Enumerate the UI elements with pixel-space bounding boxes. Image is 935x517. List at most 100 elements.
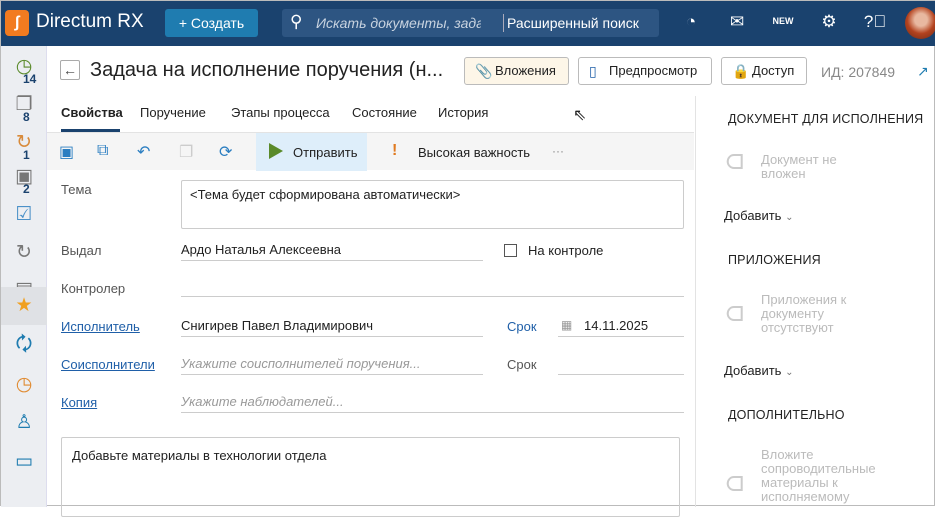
right-panel: ДОКУМЕНТ ДЛЯ ИСПОЛНЕНИЯ ⫏ Документ не вл… bbox=[695, 96, 935, 507]
chevron-down-icon: ⌄ bbox=[785, 212, 793, 223]
sidebar-item-user[interactable]: ♙ bbox=[1, 404, 47, 442]
more-button[interactable]: ··· bbox=[552, 144, 564, 158]
assignee-link[interactable]: Исполнитель bbox=[61, 319, 140, 334]
deadline-label: Срок bbox=[507, 319, 537, 334]
text-field[interactable]: Добавьте материалы в технологии отдела bbox=[61, 437, 680, 517]
sidebar-item-history[interactable]: ◷ bbox=[1, 366, 47, 404]
cycle-icon: ↻ bbox=[16, 242, 32, 263]
record-id: ИД: 207849 bbox=[821, 64, 895, 80]
avatar[interactable] bbox=[905, 7, 935, 39]
sidebar-item-cycle[interactable]: ↻ bbox=[1, 234, 47, 272]
new-icon[interactable]: NEW bbox=[771, 16, 795, 26]
controller-field[interactable] bbox=[181, 275, 684, 297]
tab-properties[interactable]: Свойства bbox=[61, 105, 123, 120]
sidebar-item-tasks[interactable]: ◷14 bbox=[1, 48, 47, 86]
on-control-label: На контроле bbox=[528, 243, 603, 258]
appendices-empty-text: Приложения к документу отсутствуют bbox=[761, 293, 871, 335]
send-label: Отправить bbox=[293, 145, 357, 160]
coassignees-field[interactable]: Укажите соисполнителей поручения... bbox=[181, 353, 483, 375]
star-icon: ★ bbox=[15, 295, 32, 316]
copy-field[interactable]: Укажите наблюдателей... bbox=[181, 391, 684, 413]
divider bbox=[503, 14, 504, 32]
additional-empty-text: Вложите сопроводительные материалы к исп… bbox=[761, 448, 896, 504]
lock-icon: 🔒 bbox=[732, 58, 749, 84]
save-and-close-icon[interactable]: ⧉ bbox=[97, 142, 108, 160]
open-external-icon[interactable]: ↗ bbox=[917, 63, 929, 80]
subject-label: Тема bbox=[61, 182, 92, 197]
search-icon: ⚲ bbox=[290, 12, 302, 32]
tab-history[interactable]: История bbox=[438, 105, 488, 120]
tab-state[interactable]: Состояние bbox=[352, 105, 417, 120]
calendar-icon[interactable]: ▦ bbox=[561, 318, 572, 332]
sidebar-item-checked-tasks[interactable]: ☑ bbox=[1, 196, 47, 234]
deadline2-label: Срок bbox=[507, 357, 537, 372]
appendices-heading: ПРИЛОЖЕНИЯ bbox=[728, 253, 821, 267]
deadline-value: 14.11.2025 bbox=[584, 318, 648, 333]
send-button[interactable]: Отправить bbox=[256, 133, 367, 171]
deadline2-field[interactable] bbox=[558, 353, 684, 375]
issued-label: Выдал bbox=[61, 243, 101, 258]
paperclip-icon: ⫏ bbox=[726, 466, 744, 500]
sidebar-item-favorites[interactable]: ★ bbox=[1, 287, 47, 325]
task-check-icon: ☑ bbox=[15, 204, 32, 225]
toolbar: ▣ ⧉ ↶ ❐ ⟳ Отправить ! Высокая важность ·… bbox=[47, 132, 694, 170]
create-button[interactable]: + Создать bbox=[165, 9, 258, 37]
preview-icon: ▯ bbox=[589, 58, 597, 84]
tab-process-stages[interactable]: Этапы процесса bbox=[231, 105, 330, 120]
high-priority-button[interactable]: Высокая важность bbox=[418, 145, 530, 160]
paperclip-icon: 📎 bbox=[475, 58, 492, 84]
brand-name[interactable]: Directum RX bbox=[36, 11, 144, 33]
preview-label: Предпросмотр bbox=[609, 63, 697, 78]
exclamation-icon[interactable]: ! bbox=[392, 142, 397, 160]
attachments-label: Вложения bbox=[495, 63, 556, 78]
back-button[interactable]: ← bbox=[60, 60, 80, 80]
subject-field[interactable]: <Тема будет сформирована автоматически> bbox=[181, 180, 684, 229]
copy-link[interactable]: Копия bbox=[61, 395, 97, 410]
save-icon[interactable]: ▣ bbox=[59, 142, 74, 162]
preview-button[interactable]: ▯ Предпросмотр bbox=[578, 57, 712, 85]
undo-icon[interactable]: ↶ bbox=[137, 142, 150, 162]
chevron-down-icon: ⌄ bbox=[785, 367, 793, 378]
copy-icon: ❐ bbox=[179, 142, 193, 162]
add-appendix-button[interactable]: Добавить ⌄ bbox=[724, 363, 793, 378]
sidebar-item-doc-refresh[interactable]: 🗘 bbox=[1, 326, 47, 364]
refresh-icon[interactable]: ⟳ bbox=[219, 142, 232, 162]
arrow-left-icon: ← bbox=[63, 62, 77, 78]
sidebar-item-workflow[interactable]: ↻1 bbox=[1, 124, 47, 162]
plus-icon: + bbox=[179, 15, 191, 31]
play-icon bbox=[269, 143, 283, 159]
sidebar-item-deadlines[interactable]: ▣2 bbox=[1, 158, 47, 196]
help-icon[interactable]: ?⃝ bbox=[863, 12, 887, 32]
document-heading: ДОКУМЕНТ ДЛЯ ИСПОЛНЕНИЯ bbox=[728, 112, 923, 126]
search-box[interactable]: ⚲ Искать документы, задания... Расширенн… bbox=[282, 9, 659, 37]
directum-logo-icon[interactable]: ʃ bbox=[5, 10, 29, 36]
coassignees-link[interactable]: Соисполнители bbox=[61, 357, 155, 372]
gear-icon[interactable]: ⚙ bbox=[817, 12, 841, 32]
document-empty-text: Документ не вложен bbox=[761, 153, 861, 181]
add-document-button[interactable]: Добавить ⌄ bbox=[724, 208, 793, 223]
paperclip-icon: ⫏ bbox=[726, 296, 744, 330]
attachments-button[interactable]: 📎Вложения bbox=[464, 57, 569, 85]
sidebar-item-documents[interactable]: ❐8 bbox=[1, 86, 47, 124]
create-label: Создать bbox=[191, 15, 244, 31]
tab-assignment[interactable]: Поручение bbox=[140, 105, 206, 120]
sidebar: ◷14 ❐8 ↻1 ▣2 ☑ ↻ ▤ ★ 🗘 ◷ ♙ ▭ bbox=[1, 46, 47, 507]
access-label: Доступ bbox=[752, 63, 794, 78]
assignee-field[interactable]: Снигирев Павел Владимирович bbox=[181, 315, 483, 337]
controller-label: Контролер bbox=[61, 281, 125, 296]
add-label: Добавить bbox=[724, 363, 781, 378]
mail-icon[interactable]: ✉ bbox=[725, 12, 749, 32]
reports-icon[interactable]: ◔ bbox=[679, 12, 703, 32]
issued-field[interactable]: Ардо Наталья Алексеевна bbox=[181, 239, 483, 261]
deadline-field[interactable]: 14.11.2025 bbox=[558, 315, 684, 337]
mouse-cursor-icon: ⇖ bbox=[573, 105, 586, 125]
sidebar-item-folder[interactable]: ▭ bbox=[1, 443, 47, 481]
top-header: ʃ Directum RX + Создать ⚲ Искать докумен… bbox=[1, 1, 935, 46]
document-refresh-icon: 🗘 bbox=[16, 334, 33, 355]
advanced-search-button[interactable]: Расширенный поиск bbox=[507, 15, 639, 31]
search-input[interactable]: Искать документы, задания... bbox=[316, 15, 481, 31]
history-icon: ◷ bbox=[16, 374, 33, 395]
access-button[interactable]: 🔒Доступ bbox=[721, 57, 807, 85]
folder-icon: ▭ bbox=[15, 451, 33, 472]
on-control-checkbox[interactable] bbox=[504, 244, 517, 257]
